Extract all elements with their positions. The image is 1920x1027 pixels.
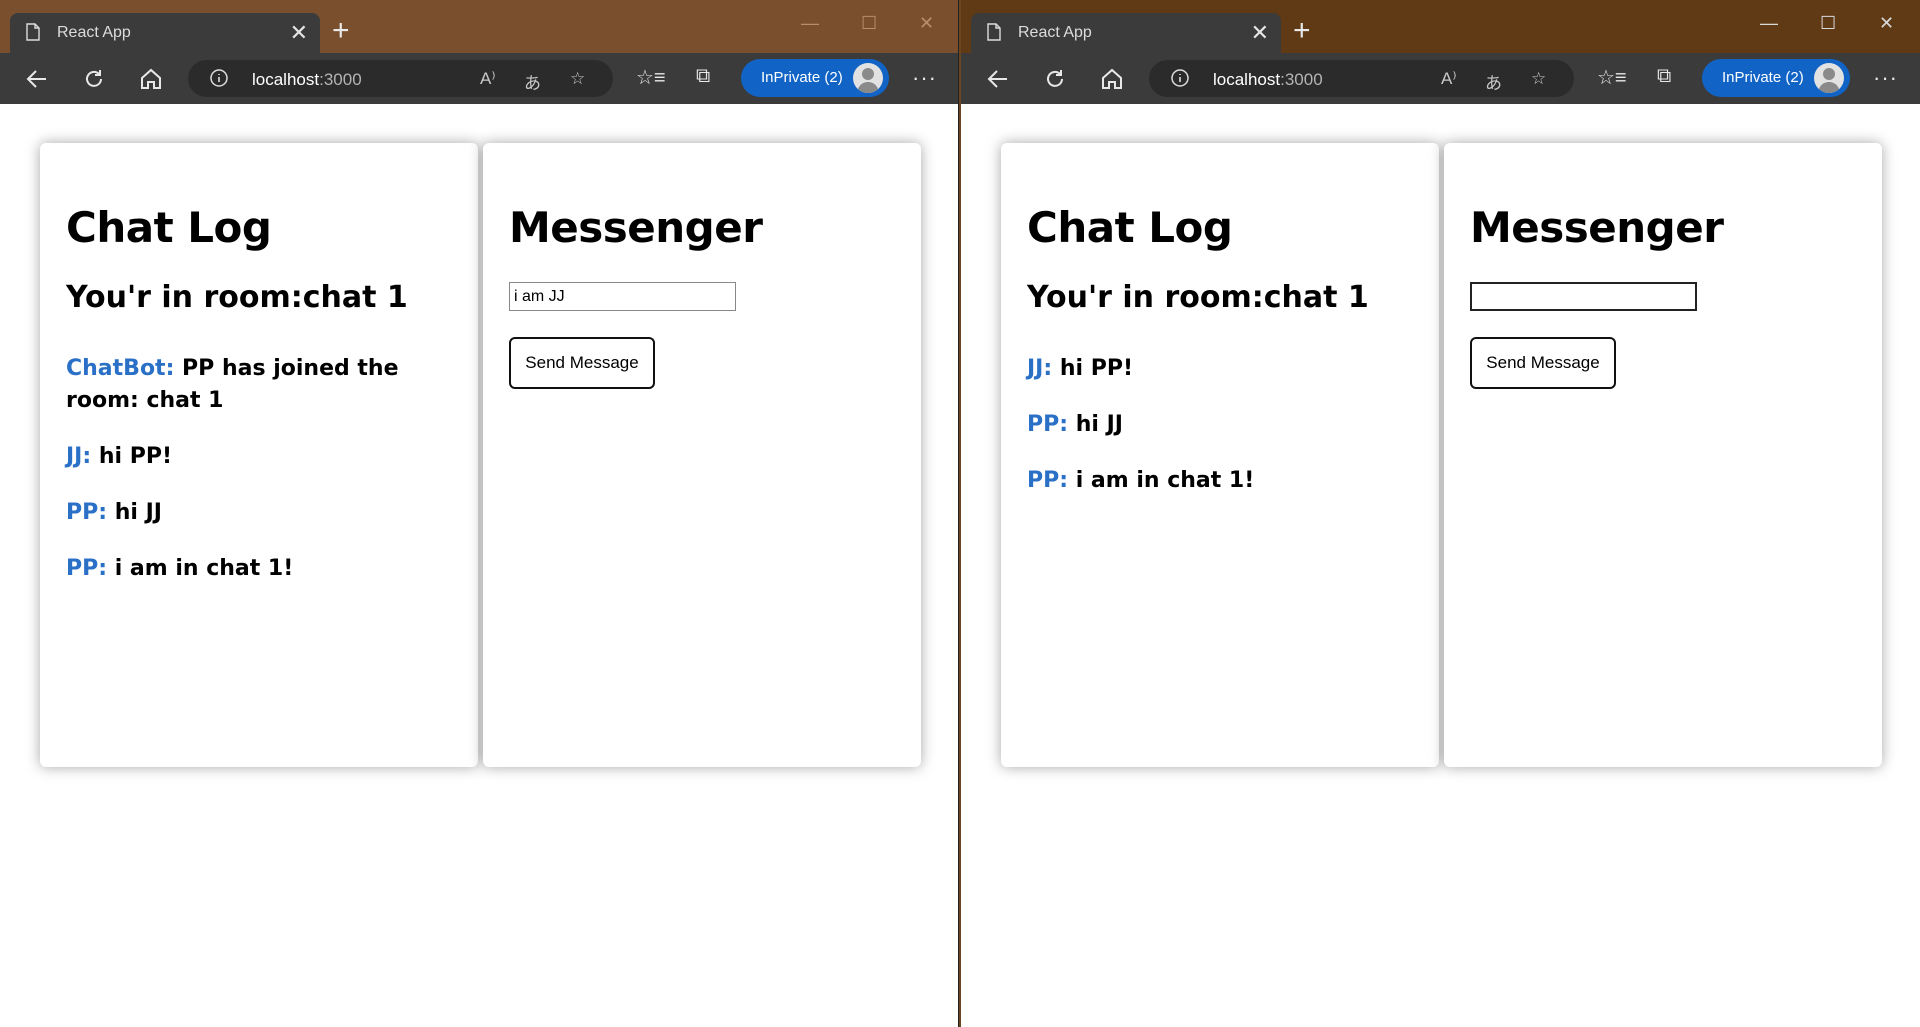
list-item: PP: hi JJ: [66, 497, 458, 529]
read-aloud-icon[interactable]: A⁾: [1441, 69, 1457, 89]
close-window-icon[interactable]: ✕: [919, 13, 934, 34]
message-author: PP:: [1027, 412, 1069, 437]
address-text: localhost:3000: [252, 70, 362, 89]
collections-icon[interactable]: ⧉: [1657, 65, 1681, 89]
back-icon[interactable]: [986, 67, 1010, 91]
message-text: hi JJ: [114, 500, 162, 525]
minimize-icon[interactable]: —: [1760, 13, 1778, 34]
inprivate-badge[interactable]: InPrivate (2): [741, 59, 889, 97]
chat-log-panel: Chat Log You'r in room:chat 1 JJ: hi PP!…: [1001, 143, 1439, 767]
close-window-icon[interactable]: ✕: [1879, 13, 1894, 34]
room-label: You'r in room:chat 1: [1027, 280, 1369, 315]
more-icon[interactable]: ···: [1873, 65, 1898, 91]
list-item: ChatBot: PP has joined the room: chat 1: [66, 353, 458, 417]
more-icon[interactable]: ···: [912, 65, 937, 91]
list-item: PP: i am in chat 1!: [1027, 465, 1419, 497]
message-input[interactable]: [509, 282, 736, 311]
browser-tab[interactable]: React App ✕: [971, 13, 1281, 53]
message-text: hi JJ: [1075, 412, 1123, 437]
refresh-icon[interactable]: [82, 67, 106, 91]
tab-title: React App: [57, 24, 131, 41]
add-favorite-icon[interactable]: ☆: [1531, 69, 1546, 89]
page-content: Chat Log You'r in room:chat 1 ChatBot: P…: [0, 104, 958, 1027]
messenger-panel: Messenger Send Message: [483, 143, 921, 767]
address-bar[interactable]: localhost:3000 A⁾ あ ☆: [188, 60, 613, 97]
list-item: JJ: hi PP!: [66, 441, 458, 473]
list-item: PP: i am in chat 1!: [66, 553, 458, 585]
message-author: PP:: [1027, 468, 1069, 493]
close-icon[interactable]: ✕: [290, 22, 308, 44]
message-author: PP:: [66, 556, 108, 581]
inprivate-label: InPrivate (2): [761, 69, 843, 86]
send-message-button[interactable]: Send Message: [1470, 337, 1616, 389]
new-tab-icon[interactable]: +: [1293, 16, 1311, 46]
list-item: JJ: hi PP!: [1027, 353, 1419, 385]
messenger-title: Messenger: [509, 203, 763, 252]
info-icon[interactable]: [210, 69, 228, 87]
collections-icon[interactable]: ⧉: [696, 65, 720, 89]
page-icon: [987, 23, 1001, 41]
message-input[interactable]: [1470, 282, 1697, 311]
browser-tab[interactable]: React App ✕: [10, 13, 320, 53]
translate-icon[interactable]: あ: [524, 69, 541, 94]
message-author: JJ:: [1027, 356, 1053, 381]
read-aloud-icon[interactable]: A⁾: [480, 69, 496, 89]
favorites-icon[interactable]: ☆≡: [636, 65, 666, 89]
maximize-icon[interactable]: ☐: [861, 13, 877, 34]
home-icon[interactable]: [1100, 67, 1124, 91]
browser-toolbar: localhost:3000 A⁾ あ ☆ ☆≡ ⧉ InPrivate (2)…: [961, 53, 1920, 104]
new-tab-icon[interactable]: +: [332, 16, 350, 46]
message-text: hi PP!: [98, 444, 172, 469]
page-icon: [26, 23, 40, 41]
message-list: ChatBot: PP has joined the room: chat 1 …: [66, 353, 458, 609]
avatar-icon: [853, 63, 883, 93]
title-bar: React App ✕ + — ☐ ✕: [961, 0, 1920, 53]
add-favorite-icon[interactable]: ☆: [570, 69, 585, 89]
back-icon[interactable]: [25, 67, 49, 91]
address-text: localhost:3000: [1213, 70, 1323, 89]
info-icon[interactable]: [1171, 69, 1189, 87]
message-author: PP:: [66, 500, 108, 525]
tab-title: React App: [1018, 24, 1092, 41]
title-bar: React App ✕ + — ☐ ✕: [0, 0, 958, 53]
browser-toolbar: localhost:3000 A⁾ あ ☆ ☆≡ ⧉ InPrivate (2)…: [0, 53, 958, 104]
avatar-icon: [1814, 63, 1844, 93]
chat-log-title: Chat Log: [66, 203, 272, 252]
favorites-icon[interactable]: ☆≡: [1597, 65, 1627, 89]
room-label: You'r in room:chat 1: [66, 280, 408, 315]
chat-log-panel: Chat Log You'r in room:chat 1 ChatBot: P…: [40, 143, 478, 767]
translate-icon[interactable]: あ: [1485, 69, 1502, 94]
browser-window-right: React App ✕ + — ☐ ✕ localhost:3000 A⁾ あ …: [961, 0, 1920, 1027]
message-text: hi PP!: [1059, 356, 1133, 381]
list-item: PP: hi JJ: [1027, 409, 1419, 441]
refresh-icon[interactable]: [1043, 67, 1067, 91]
home-icon[interactable]: [139, 67, 163, 91]
message-author: ChatBot:: [66, 356, 175, 381]
page-content: Chat Log You'r in room:chat 1 JJ: hi PP!…: [961, 104, 1920, 1027]
browser-window-left: React App ✕ + — ☐ ✕ localhost:3000 A⁾ あ …: [0, 0, 959, 1027]
inprivate-badge[interactable]: InPrivate (2): [1702, 59, 1850, 97]
send-message-button[interactable]: Send Message: [509, 337, 655, 389]
maximize-icon[interactable]: ☐: [1820, 13, 1836, 34]
chat-log-title: Chat Log: [1027, 203, 1233, 252]
minimize-icon[interactable]: —: [801, 13, 819, 34]
message-list: JJ: hi PP! PP: hi JJ PP: i am in chat 1!: [1027, 353, 1419, 521]
address-bar[interactable]: localhost:3000 A⁾ あ ☆: [1149, 60, 1574, 97]
message-author: JJ:: [66, 444, 92, 469]
inprivate-label: InPrivate (2): [1722, 69, 1804, 86]
message-text: i am in chat 1!: [114, 556, 294, 581]
close-icon[interactable]: ✕: [1251, 22, 1269, 44]
messenger-panel: Messenger Send Message: [1444, 143, 1882, 767]
message-text: i am in chat 1!: [1075, 468, 1255, 493]
messenger-title: Messenger: [1470, 203, 1724, 252]
